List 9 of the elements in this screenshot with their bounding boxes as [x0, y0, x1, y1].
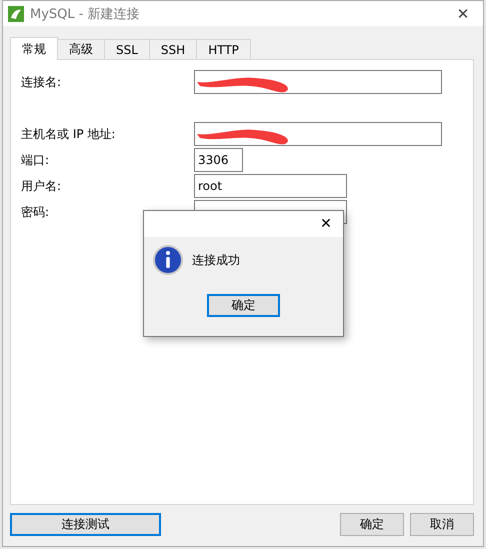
field-label: 主机名或 IP 地址:: [21, 126, 116, 142]
window-title: MySQL - 新建连接: [30, 6, 141, 22]
field-value: root: [198, 179, 222, 193]
field-label: 连接名:: [21, 74, 62, 90]
message-text: 连接成功: [192, 252, 240, 268]
field-label: 用户名:: [21, 178, 62, 194]
field-label: 密码:: [21, 204, 50, 220]
field-value: 3306: [198, 153, 229, 167]
field-label: 端口:: [21, 152, 50, 168]
